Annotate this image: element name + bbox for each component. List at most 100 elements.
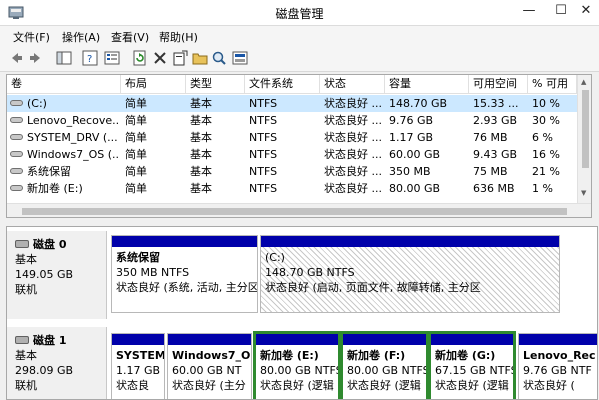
forward-icon[interactable] xyxy=(28,50,44,66)
column-header-layout[interactable]: 布局 xyxy=(121,75,186,94)
partition-size: 67.15 GB NTFS xyxy=(435,364,516,377)
refresh-icon[interactable] xyxy=(132,50,148,66)
volume-filesystem: NTFS xyxy=(249,131,278,144)
partition-status: 状态良好 (逻辑 xyxy=(435,379,509,392)
column-header-volume[interactable]: 卷 xyxy=(7,75,121,94)
table-row[interactable]: SYSTEM_DRV (... 简单 基本 NTFS 状态良好 ... 1.17… xyxy=(7,129,577,146)
menu-help[interactable]: 帮助(H) xyxy=(159,29,198,45)
toolbar: ? xyxy=(0,46,599,72)
disk-name: 磁盘 0 xyxy=(33,238,67,251)
volume-percent-free: 1 % xyxy=(532,182,553,195)
partition-e-drive[interactable]: 新加卷 (E:) 80.00 GB NTFS 状态良好 (逻辑 xyxy=(253,331,341,399)
volume-percent-free: 21 % xyxy=(532,165,560,178)
table-row[interactable]: Lenovo_Recove... 简单 基本 NTFS 状态良好 ... 9.7… xyxy=(7,112,577,129)
volume-status: 状态良好 ... xyxy=(324,97,382,110)
help-icon[interactable]: ? xyxy=(82,50,98,66)
partition-title: (C:) xyxy=(265,251,285,264)
partition-status: 状态良好 (主分 xyxy=(172,379,246,392)
partition-bar xyxy=(256,334,338,345)
volume-list: 卷 布局 类型 文件系统 状态 容量 可用空间 % 可用 (C:) 简单 基本 … xyxy=(6,74,592,218)
new-icon[interactable] xyxy=(172,50,188,66)
minimize-button[interactable]: — xyxy=(516,0,542,22)
partition-size: 60.00 GB NT xyxy=(172,364,242,377)
partition-status: 状态良好 ( xyxy=(523,379,575,392)
drive-icon xyxy=(10,117,23,123)
partition-lenovo-recovery[interactable]: Lenovo_Rec 9.76 GB NTF 状态良好 ( xyxy=(518,333,597,399)
column-header-capacity[interactable]: 容量 xyxy=(385,75,469,94)
volume-type: 基本 xyxy=(190,97,212,110)
table-row[interactable]: (C:) 简单 基本 NTFS 状态良好 ... 148.70 GB 15.33… xyxy=(7,95,577,112)
partition-title: 新加卷 (G:) xyxy=(435,349,496,362)
delete-icon[interactable] xyxy=(152,50,168,66)
partition-title: SYSTEM xyxy=(116,349,165,362)
menu-file[interactable]: 文件(F) xyxy=(13,29,50,45)
drive-icon xyxy=(10,185,23,191)
volume-filesystem: NTFS xyxy=(249,182,278,195)
properties-icon[interactable] xyxy=(104,50,120,66)
horizontal-scrollbar[interactable] xyxy=(7,203,591,217)
open-icon[interactable] xyxy=(192,50,208,66)
partition-windows7-os[interactable]: Windows7_OS 60.00 GB NT 状态良好 (主分 xyxy=(167,333,252,399)
scroll-up-icon[interactable]: ▲ xyxy=(581,78,586,86)
menu-action[interactable]: 操作(A) xyxy=(62,29,100,45)
partition-bar xyxy=(261,236,559,247)
column-header-type[interactable]: 类型 xyxy=(186,75,245,94)
partition-c-drive[interactable]: (C:) 148.70 GB NTFS 状态良好 (启动, 页面文件, 故障转储… xyxy=(260,235,560,313)
scroll-down-icon[interactable]: ▼ xyxy=(581,189,586,197)
partition-bar xyxy=(343,334,426,345)
drive-icon xyxy=(10,134,23,140)
disk-state: 联机 xyxy=(15,283,37,296)
partition-bar xyxy=(112,334,164,345)
partition-title: 新加卷 (F:) xyxy=(347,349,406,362)
partition-size: 350 MB NTFS xyxy=(116,266,190,279)
vertical-scroll-thumb[interactable] xyxy=(582,90,589,168)
column-header-status[interactable]: 状态 xyxy=(320,75,385,94)
volume-percent-free: 6 % xyxy=(532,131,553,144)
partition-size: 1.17 GB xyxy=(116,364,161,377)
maximize-button[interactable]: ☐ xyxy=(548,0,574,22)
console-tree-icon[interactable] xyxy=(56,50,72,66)
column-header-free-space[interactable]: 可用空间 xyxy=(469,75,528,94)
disk-0-label[interactable]: 磁盘 0 基本 149.05 GB 联机 xyxy=(7,231,107,319)
column-header-percent-free[interactable]: % 可用 xyxy=(528,75,577,94)
volume-status: 状态良好 ... xyxy=(324,148,382,161)
volume-layout: 简单 xyxy=(125,114,147,127)
partition-g-drive[interactable]: 新加卷 (G:) 67.15 GB NTFS 状态良好 (逻辑 xyxy=(428,331,516,399)
partition-status: 状态良好 (逻辑 xyxy=(347,379,421,392)
disk-type: 基本 xyxy=(15,253,37,266)
close-button[interactable]: ✕ xyxy=(573,0,599,22)
volume-layout: 简单 xyxy=(125,97,147,110)
back-icon[interactable] xyxy=(8,50,24,66)
disk-1-label[interactable]: 磁盘 1 基本 298.09 GB 联机 xyxy=(7,327,107,399)
partition-f-drive[interactable]: 新加卷 (F:) 80.00 GB NTFS 状态良好 (逻辑 xyxy=(340,331,429,399)
vertical-scrollbar[interactable]: ▲ ▼ xyxy=(577,75,591,203)
disk-type: 基本 xyxy=(15,349,37,362)
partition-size: 148.70 GB NTFS xyxy=(265,266,355,279)
table-row[interactable]: Windows7_OS (... 简单 基本 NTFS 状态良好 ... 60.… xyxy=(7,146,577,163)
volume-free-space: 15.33 ... xyxy=(473,97,519,110)
table-row[interactable]: 系统保留 简单 基本 NTFS 状态良好 ... 350 MB 75 MB 21… xyxy=(7,163,577,180)
partition-title: Windows7_OS xyxy=(172,349,252,362)
search-icon[interactable] xyxy=(211,50,227,66)
volume-filesystem: NTFS xyxy=(249,165,278,178)
volume-status: 状态良好 ... xyxy=(324,182,382,195)
view-icon[interactable] xyxy=(232,50,248,66)
volume-percent-free: 30 % xyxy=(532,114,560,127)
volume-layout: 简单 xyxy=(125,182,147,195)
partition-status: 状态良好 (逻辑 xyxy=(260,379,334,392)
disk-icon xyxy=(15,336,29,344)
disk-map: 磁盘 0 基本 149.05 GB 联机 系统保留 350 MB NTFS 状态… xyxy=(6,226,598,400)
menu-view[interactable]: 查看(V) xyxy=(111,29,149,45)
table-row[interactable]: 新加卷 (E:) 简单 基本 NTFS 状态良好 ... 80.00 GB 63… xyxy=(7,180,577,197)
drive-icon xyxy=(10,168,23,174)
window-title: 磁盘管理 xyxy=(275,7,324,21)
disk-size: 298.09 GB xyxy=(15,364,74,377)
partition-title: 新加卷 (E:) xyxy=(260,349,319,362)
volume-type: 基本 xyxy=(190,114,212,127)
volume-name: Windows7_OS (... xyxy=(27,148,119,161)
volume-percent-free: 16 % xyxy=(532,148,560,161)
column-header-filesystem[interactable]: 文件系统 xyxy=(245,75,320,94)
horizontal-scroll-thumb[interactable] xyxy=(22,208,567,215)
partition-system-drv[interactable]: SYSTEM 1.17 GB 状态良 xyxy=(111,333,165,399)
partition-system-reserved[interactable]: 系统保留 350 MB NTFS 状态良好 (系统, 活动, 主分区 xyxy=(111,235,258,313)
